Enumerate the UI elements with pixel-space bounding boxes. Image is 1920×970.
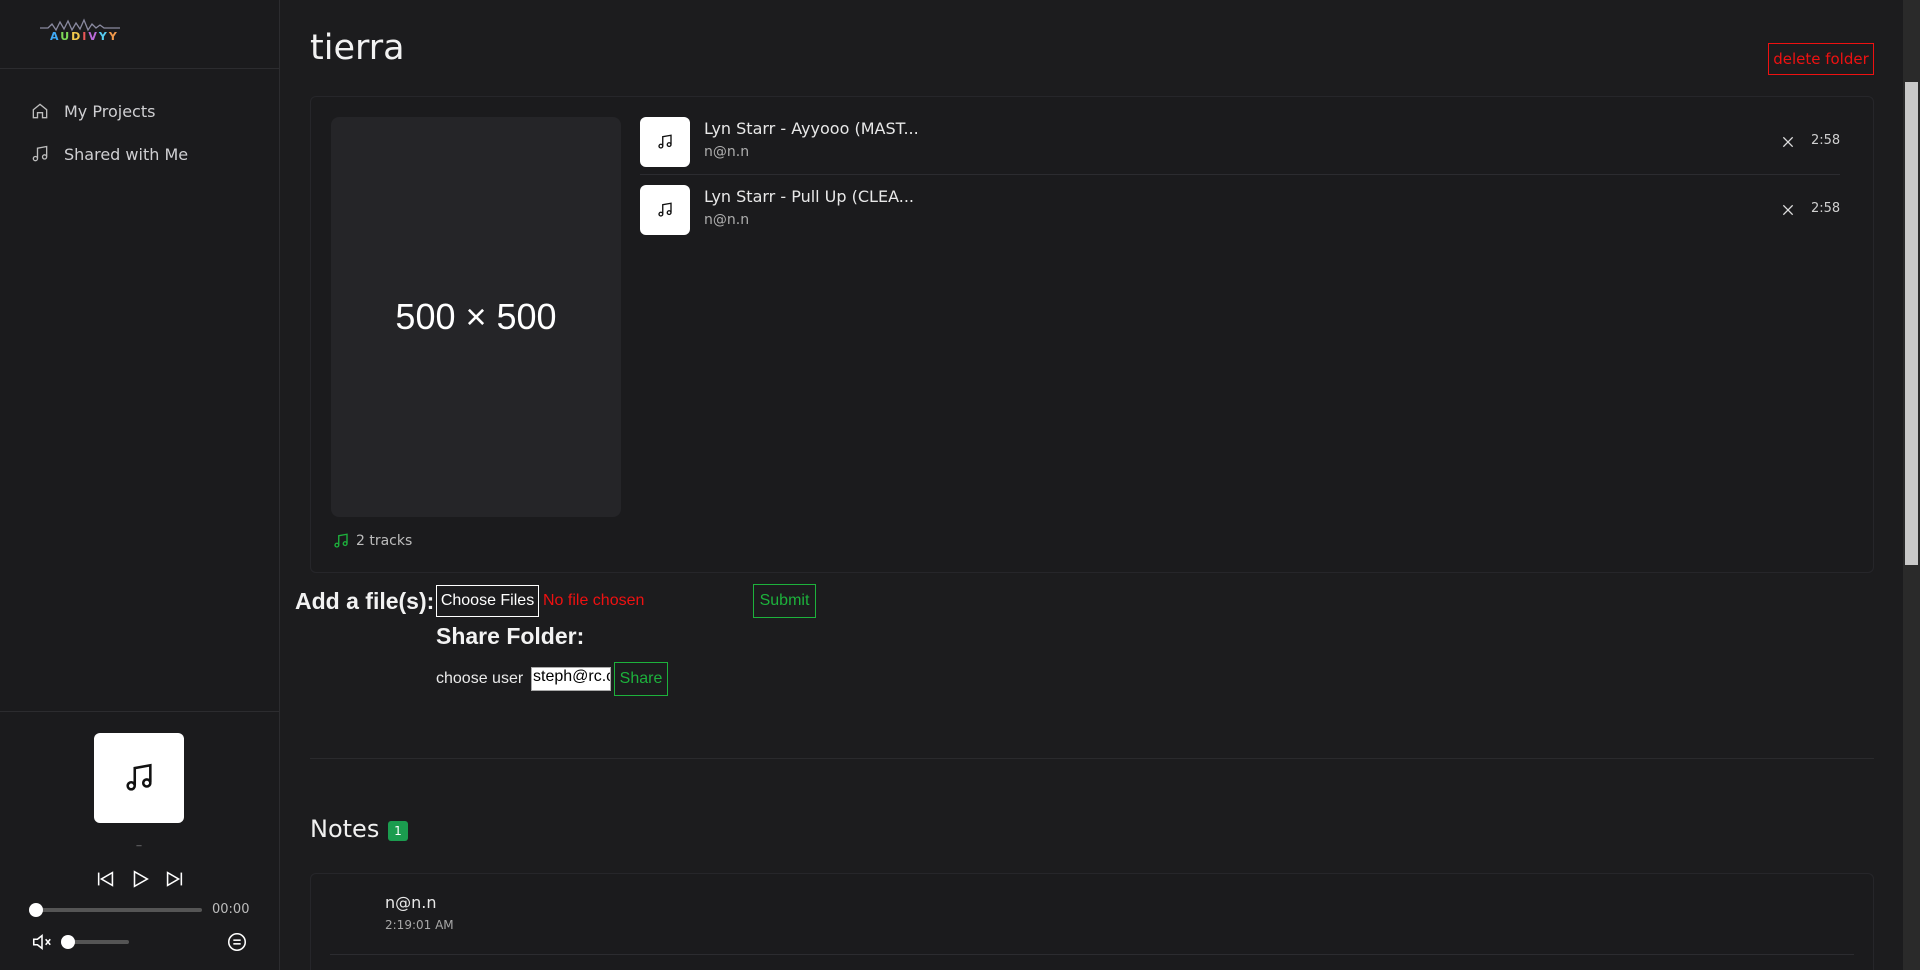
choose-user-label: choose user (436, 670, 524, 687)
page-title: tierra (310, 28, 405, 68)
tracks-count: 2 tracks (332, 532, 412, 550)
notes-heading: Notes (310, 815, 380, 843)
music-note-icon (658, 202, 672, 217)
note-timestamp: 2:19:01 AM (385, 918, 454, 932)
home-icon (32, 103, 48, 119)
notes-count-badge: 1 (388, 821, 408, 841)
logo-letter: Y (98, 30, 109, 43)
progress-slider-handle[interactable] (29, 903, 43, 917)
track-thumbnail (640, 117, 690, 167)
share-button[interactable]: Share (614, 662, 668, 696)
skip-forward-icon (166, 871, 183, 887)
current-time: 00:00 (212, 902, 250, 917)
track-duration: 2:58 (1811, 201, 1841, 216)
choose-files-button[interactable]: Choose Files (436, 585, 539, 617)
music-note-icon (126, 763, 152, 791)
folder-cover-image: 500 × 500 (331, 117, 621, 517)
queue-icon (227, 932, 247, 952)
play-icon (133, 870, 149, 888)
track-row[interactable]: Lyn Starr - Pull Up (CLEA... n@n.n 2:58 (640, 185, 1846, 253)
track-divider (640, 174, 1840, 175)
user-email-input[interactable]: steph@rc.c (531, 667, 611, 691)
remove-track-button[interactable] (1777, 199, 1799, 221)
logo-letter: D (71, 30, 83, 43)
volume-slider-handle[interactable] (61, 935, 75, 949)
tracks-count-label: 2 tracks (356, 533, 413, 549)
volume-icon (32, 933, 51, 951)
music-note-icon (32, 145, 48, 162)
track-artist: n@n.n (704, 212, 750, 228)
logo-letter: Y (108, 30, 119, 43)
sidebar-divider (0, 711, 279, 712)
now-playing-title: _ (136, 836, 142, 847)
sidebar-item-my-projects[interactable]: My Projects (30, 96, 155, 126)
now-playing-artwork (94, 733, 184, 823)
track-artist: n@n.n (704, 144, 750, 160)
app-logo[interactable]: AUDIVYY (40, 18, 120, 48)
note-card (310, 873, 1874, 970)
logo-letter: V (88, 30, 99, 43)
remove-track-button[interactable] (1777, 131, 1799, 153)
close-icon (1782, 136, 1794, 148)
previous-track-button[interactable] (94, 867, 118, 891)
note-author: n@n.n (385, 893, 437, 912)
share-folder-heading: Share Folder: (436, 623, 585, 649)
music-note-icon (658, 134, 672, 149)
note-divider (330, 954, 1854, 955)
track-duration: 2:58 (1811, 133, 1841, 148)
file-status-text: No file chosen (543, 592, 645, 609)
sidebar: AUDIVYY My Projects Shared with Me _ 00:… (0, 0, 280, 970)
skip-back-icon (97, 871, 114, 887)
sidebar-item-shared-with-me[interactable]: Shared with Me (30, 139, 188, 169)
close-icon (1782, 204, 1794, 216)
queue-button[interactable] (226, 931, 248, 953)
player-controls (94, 866, 186, 892)
track-title: Lyn Starr - Pull Up (CLEA... (704, 187, 914, 206)
volume-button[interactable] (30, 931, 54, 953)
track-title: Lyn Starr - Ayyooo (MAST... (704, 119, 919, 138)
sidebar-item-label: Shared with Me (64, 144, 189, 164)
logo-letter: U (60, 30, 72, 43)
scrollbar-thumb[interactable] (1905, 82, 1918, 565)
logo-letter: A (50, 30, 61, 43)
play-button[interactable] (128, 867, 152, 891)
logo-wordmark: AUDIVYY (50, 30, 119, 43)
delete-folder-button[interactable]: delete folder (1768, 43, 1874, 75)
add-files-label: Add a file(s): (295, 588, 435, 614)
next-track-button[interactable] (162, 867, 186, 891)
sidebar-divider (0, 68, 279, 69)
submit-button[interactable]: Submit (753, 584, 816, 618)
progress-slider[interactable] (36, 908, 202, 912)
track-thumbnail (640, 185, 690, 235)
sidebar-item-label: My Projects (64, 101, 156, 121)
section-divider (310, 758, 1874, 759)
music-note-icon (334, 533, 348, 548)
